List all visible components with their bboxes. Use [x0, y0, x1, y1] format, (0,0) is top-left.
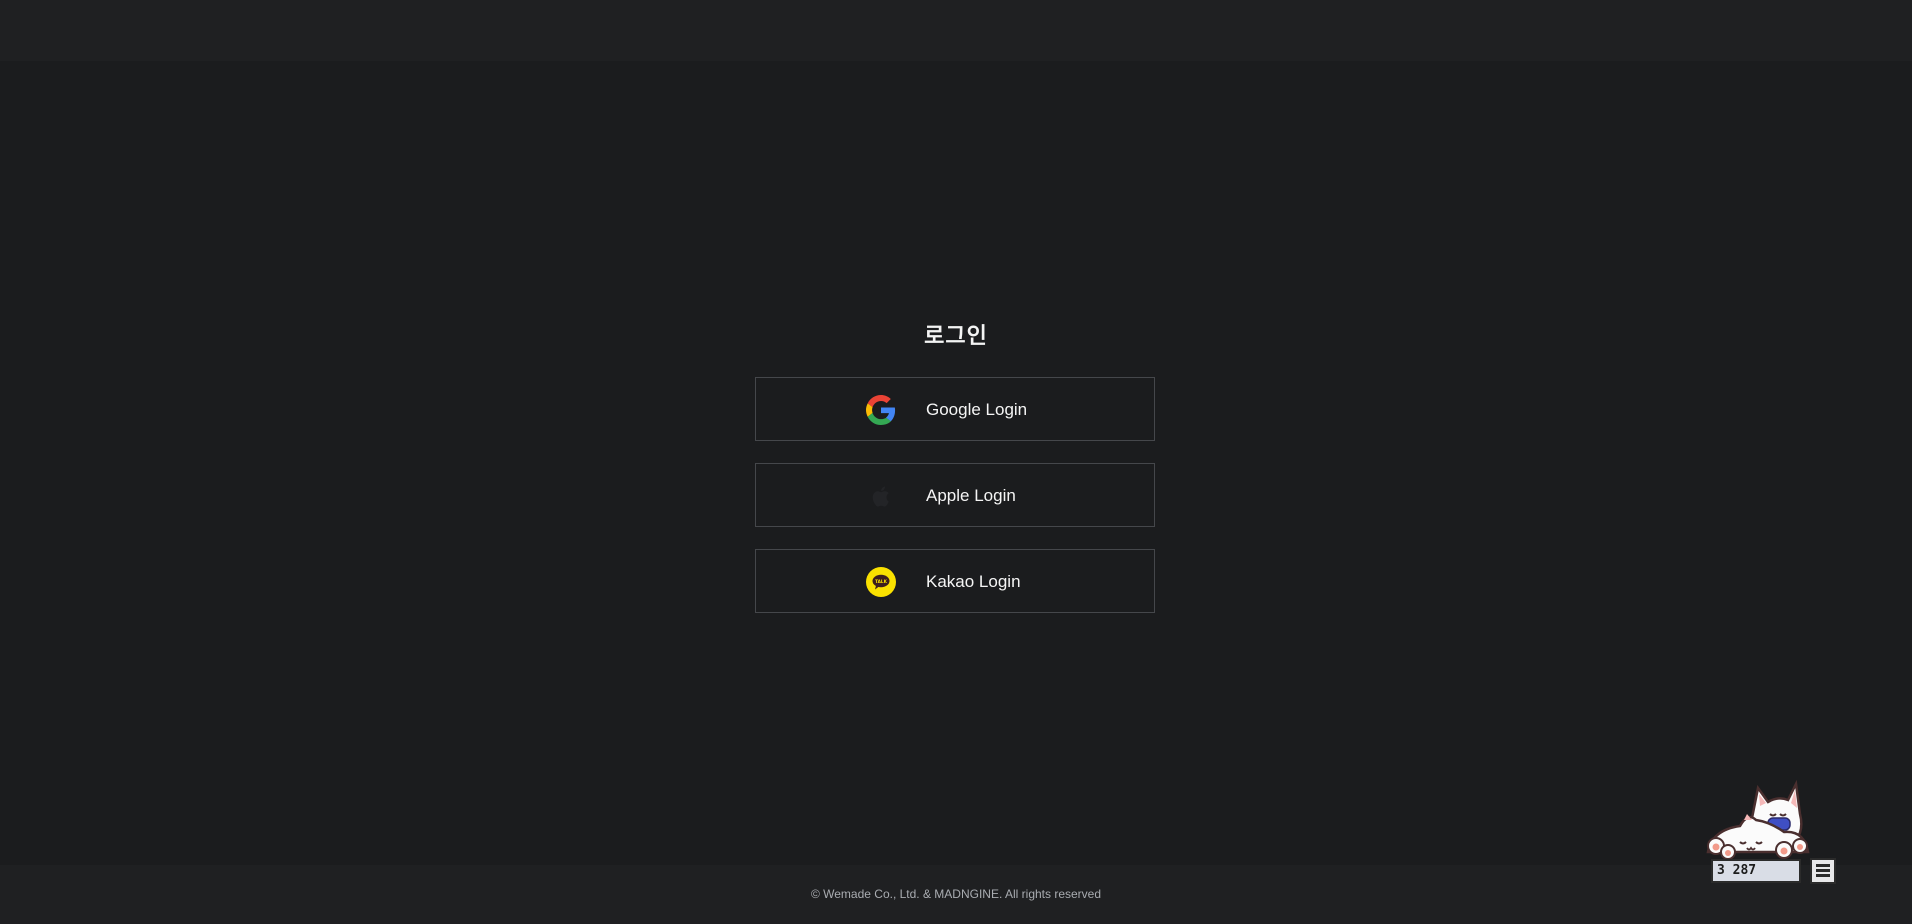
counter-display: 3 287: [1711, 859, 1801, 883]
cat-mascot-icon[interactable]: [1700, 770, 1840, 870]
apple-icon: [866, 481, 896, 511]
footer: © Wemade Co., Ltd. & MADNGINE. All right…: [0, 865, 1912, 924]
kakao-talk-icon: TALK: [866, 567, 896, 597]
svg-text:TALK: TALK: [875, 579, 887, 584]
google-icon: [866, 395, 896, 425]
copyright-text: © Wemade Co., Ltd. & MADNGINE. All right…: [810, 887, 1102, 901]
kakao-login-button[interactable]: TALK Kakao Login: [755, 549, 1155, 613]
hamburger-menu-icon[interactable]: [1810, 858, 1836, 884]
top-bar: [0, 0, 1912, 61]
apple-login-label: Apple Login: [926, 486, 1016, 505]
google-login-label: Google Login: [926, 400, 1028, 419]
apple-login-button[interactable]: Apple Login: [755, 463, 1155, 527]
google-login-button[interactable]: Google Login: [755, 377, 1155, 441]
kakao-login-label: Kakao Login: [926, 572, 1021, 591]
page-title: 로그인: [924, 324, 988, 349]
